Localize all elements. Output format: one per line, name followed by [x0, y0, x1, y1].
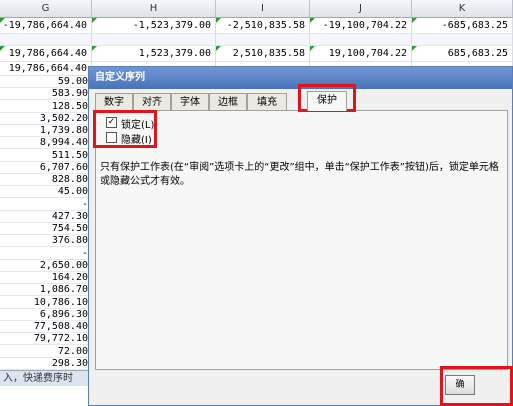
column-g-cell[interactable]: 2,650.00 [0, 260, 92, 272]
protection-description: 只有保护工作表(在“审阅”选项卡上的“更改”组中，单击“保护工作表”按钮)后，锁… [100, 162, 499, 187]
column-header-j[interactable]: J [310, 0, 412, 18]
error-indicator-icon [216, 46, 221, 51]
cell-r4-c1[interactable]: 19,786,664.40 [0, 62, 92, 76]
error-indicator-icon [310, 18, 315, 23]
sheet-tab-bar[interactable]: 入，快递费序时 [0, 370, 92, 386]
column-g-cell[interactable]: 8,994.40 [0, 137, 92, 150]
column-header-h[interactable]: H [92, 0, 216, 18]
column-g-cell[interactable]: 511.50 [0, 150, 92, 162]
error-indicator-icon [92, 46, 97, 51]
tab-fill[interactable]: 填充 [247, 93, 287, 110]
column-g-cell[interactable]: 128.50 [0, 101, 92, 113]
column-g-cell[interactable]: 72.00 [0, 346, 92, 358]
cell-r1-c4[interactable]: -19,100,704.22 [310, 18, 412, 34]
tab-border[interactable]: 边框 [209, 93, 247, 110]
column-g-cell[interactable]: 828.80 [0, 174, 92, 186]
column-g-cell[interactable]: 45.00 [0, 186, 92, 199]
column-g-cell[interactable]: 164.20 [0, 272, 92, 284]
error-indicator-icon [310, 46, 315, 51]
column-g-cell[interactable]: 3,502.20 [0, 113, 92, 125]
tab-protection[interactable]: 保护 [307, 91, 347, 111]
cell-r1-c1[interactable]: -19,786,664.40 [0, 18, 92, 34]
cell-r3-c4[interactable]: 19,100,704.22 [310, 46, 412, 62]
cell-r2-c5[interactable] [412, 34, 513, 46]
column-g-cell[interactable]: 6,896.30 [0, 309, 92, 321]
column-g-cell[interactable]: 583.90 [0, 88, 92, 101]
cell-r1-c2[interactable]: -1,523,379.00 [92, 18, 216, 34]
column-g-cell[interactable]: 376.80 [0, 235, 92, 248]
error-indicator-icon [0, 18, 5, 23]
column-g-cell[interactable]: 10,786.10 [0, 297, 92, 309]
column-g-cell[interactable]: 1,086.70 [0, 284, 92, 297]
column-header-g[interactable]: G [0, 0, 92, 18]
error-indicator-icon [412, 18, 417, 23]
error-indicator-icon [412, 46, 417, 51]
column-g-cell[interactable]: 427.30 [0, 211, 92, 223]
protection-panel: ✓ 锁定(L) 隐藏(I) 只有保护工作表(在“审阅”选项卡上的“更改”组中，单… [95, 110, 508, 370]
column-g-cell[interactable]: - [0, 248, 92, 260]
cell-r2-c1[interactable] [0, 34, 92, 46]
column-g-cell[interactable]: 79,772.10 [0, 333, 92, 346]
column-g-cell[interactable]: 59.00 [0, 76, 92, 88]
column-header-i[interactable]: I [216, 0, 310, 18]
tab-font[interactable]: 字体 [171, 93, 209, 110]
column-g-cell[interactable]: 1,739.80 [0, 125, 92, 137]
cell-r2-c4[interactable] [310, 34, 412, 46]
cell-r2-c2[interactable] [92, 34, 216, 46]
cell-r3-c1[interactable]: 19,786,664.40 [0, 46, 92, 62]
cell-r3-c5[interactable]: 685,683.25 [412, 46, 513, 62]
tab-number[interactable]: 数字 [95, 93, 133, 110]
cell-r2-c3[interactable] [216, 34, 310, 46]
column-g-cell[interactable]: 6,707.60 [0, 162, 92, 174]
column-g-cell[interactable]: - [0, 199, 92, 211]
error-indicator-icon [0, 46, 5, 51]
column-g-cell[interactable]: 754.50 [0, 223, 92, 235]
column-g-cell[interactable]: 77,508.40 [0, 321, 92, 333]
cell-r3-c3[interactable]: 2,510,835.58 [216, 46, 310, 62]
cell-r3-c2[interactable]: 1,523,379.00 [92, 46, 216, 62]
column-g-cell[interactable]: 298.30 [0, 358, 92, 370]
column-header-k[interactable]: K [412, 0, 513, 18]
cell-r1-c3[interactable]: -2,510,835.58 [216, 18, 310, 34]
highlight-locked-option [93, 110, 157, 148]
error-indicator-icon [92, 18, 97, 23]
cell-r1-c5[interactable]: -685,683.25 [412, 18, 513, 34]
highlight-ok-button [440, 366, 513, 406]
error-indicator-icon [216, 18, 221, 23]
tab-alignment[interactable]: 对齐 [133, 93, 171, 110]
